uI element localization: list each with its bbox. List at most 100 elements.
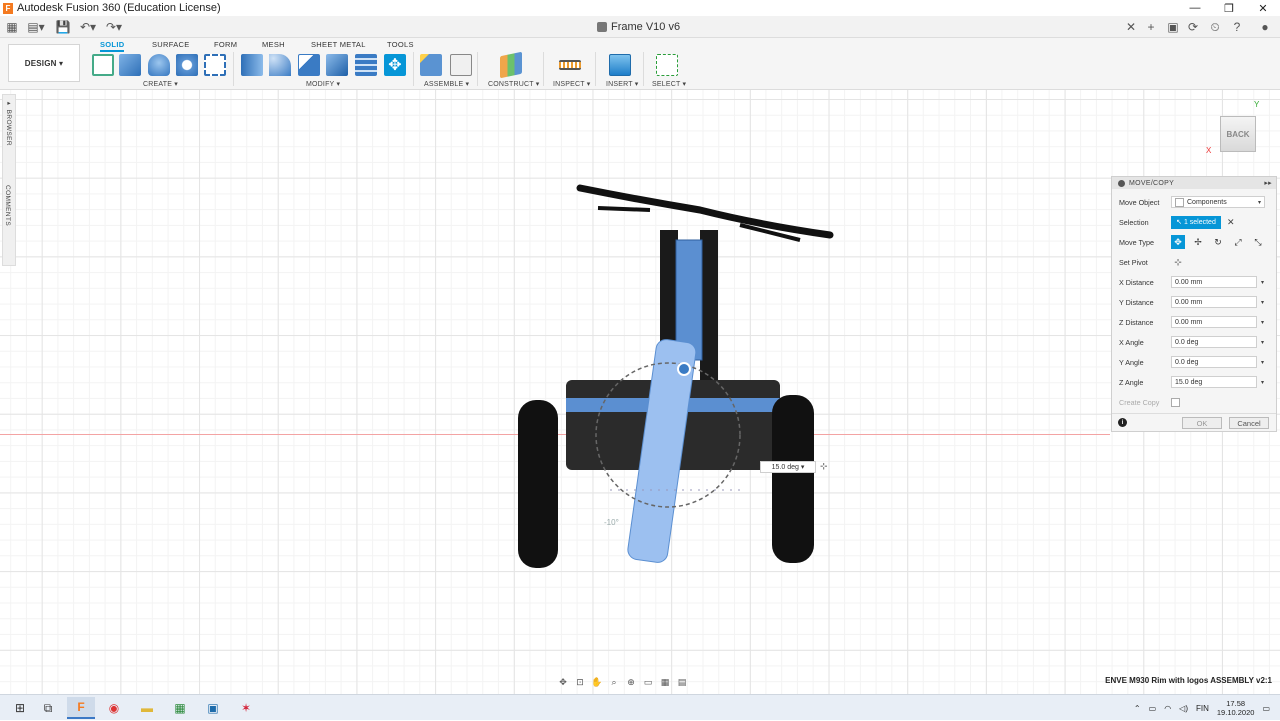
- x-angle-dropdown-icon[interactable]: ▾: [1261, 339, 1264, 346]
- z-distance-dropdown-icon[interactable]: ▾: [1261, 319, 1264, 326]
- trike-model[interactable]: [0, 90, 1280, 694]
- pivot-icon[interactable]: ⊹: [820, 461, 828, 472]
- maximize-button[interactable]: ❐: [1212, 0, 1246, 16]
- y-angle-input[interactable]: 0.0 deg: [1171, 356, 1257, 368]
- grid-settings-icon[interactable]: ▦: [658, 675, 672, 689]
- select-window-icon[interactable]: [656, 54, 678, 76]
- redo-icon[interactable]: ↷▾: [104, 19, 124, 35]
- move-object-dropdown[interactable]: Components ▾: [1171, 196, 1265, 208]
- ok-button[interactable]: OK: [1182, 417, 1222, 429]
- clock[interactable]: 17.58 19.10.2020: [1217, 699, 1255, 717]
- new-component-icon[interactable]: [420, 54, 442, 76]
- help-icon[interactable]: ?: [1230, 19, 1244, 35]
- hole-icon[interactable]: [176, 54, 198, 76]
- group-modify[interactable]: MODIFY ▾: [306, 80, 340, 88]
- app-icon[interactable]: ✶: [232, 697, 260, 719]
- file-explorer-icon[interactable]: ▬: [133, 697, 161, 719]
- offset-plane-icon[interactable]: [500, 51, 522, 79]
- x-angle-input[interactable]: 0.0 deg: [1171, 336, 1257, 348]
- y-angle-dropdown-icon[interactable]: ▾: [1261, 359, 1264, 366]
- task-view-icon[interactable]: ⧉: [34, 697, 62, 719]
- tab-sheet-metal[interactable]: SHEET METAL: [311, 40, 366, 49]
- tab-surface[interactable]: SURFACE: [152, 40, 190, 49]
- create-sketch-icon[interactable]: [92, 54, 114, 76]
- group-select[interactable]: SELECT ▾: [652, 80, 686, 88]
- viewports-icon[interactable]: ▤: [675, 675, 689, 689]
- user-avatar-icon[interactable]: ●: [1256, 19, 1274, 35]
- pattern-icon[interactable]: [204, 54, 226, 76]
- fit-icon[interactable]: ⊕: [624, 675, 638, 689]
- z-distance-input[interactable]: 0.00 mm: [1171, 316, 1257, 328]
- photos-icon[interactable]: ▣: [199, 697, 227, 719]
- joint-icon[interactable]: [450, 54, 472, 76]
- save-icon[interactable]: 💾: [56, 19, 71, 35]
- translate-icon[interactable]: ✢: [1191, 235, 1205, 249]
- job-status-icon[interactable]: ▣: [1166, 19, 1180, 35]
- network-icon[interactable]: ▭: [1149, 704, 1157, 713]
- undo-icon[interactable]: ↶▾: [78, 19, 98, 35]
- group-inspect[interactable]: INSPECT ▾: [553, 80, 590, 88]
- insert-canvas-icon[interactable]: [609, 54, 631, 76]
- measure-icon[interactable]: [559, 60, 581, 70]
- file-menu-icon[interactable]: ▤▾: [26, 19, 46, 35]
- wifi-icon[interactable]: ◠: [1164, 704, 1171, 713]
- fillet-icon[interactable]: [269, 54, 291, 76]
- y-distance-dropdown-icon[interactable]: ▾: [1261, 299, 1264, 306]
- tab-mesh[interactable]: MESH: [262, 40, 285, 49]
- chamfer-icon[interactable]: [298, 54, 320, 76]
- look-at-icon[interactable]: ⊡: [573, 675, 587, 689]
- revolve-icon[interactable]: [148, 54, 170, 76]
- free-move-icon[interactable]: ✥: [1171, 235, 1185, 249]
- x-distance-dropdown-icon[interactable]: ▾: [1261, 279, 1264, 286]
- group-insert[interactable]: INSERT ▾: [606, 80, 638, 88]
- clear-selection-icon[interactable]: ✕: [1227, 217, 1235, 228]
- display-settings-icon[interactable]: ▭: [641, 675, 655, 689]
- group-create[interactable]: CREATE ▾: [143, 80, 178, 88]
- workspace-switcher[interactable]: DESIGN ▾: [8, 44, 80, 82]
- point-to-position-icon[interactable]: ⤡: [1251, 235, 1265, 249]
- rotate-icon[interactable]: ↻: [1211, 235, 1225, 249]
- close-tab-icon[interactable]: ✕: [1124, 19, 1138, 35]
- data-panel-grid-icon[interactable]: ▦: [5, 19, 19, 35]
- group-assemble[interactable]: ASSEMBLE ▾: [424, 80, 469, 88]
- sheets-icon[interactable]: ▦: [166, 697, 194, 719]
- tab-tools[interactable]: TOOLS: [387, 40, 414, 49]
- minimize-button[interactable]: —: [1178, 0, 1212, 16]
- panel-header[interactable]: MOVE/COPY ▸▸: [1112, 177, 1276, 189]
- x-distance-input[interactable]: 0.00 mm: [1171, 276, 1257, 288]
- y-distance-input[interactable]: 0.00 mm: [1171, 296, 1257, 308]
- cancel-button[interactable]: Cancel: [1229, 417, 1269, 429]
- tab-form[interactable]: FORM: [214, 40, 237, 49]
- windows-start-icon[interactable]: ⊞: [6, 697, 34, 719]
- tab-solid[interactable]: SOLID: [100, 40, 125, 52]
- close-button[interactable]: ✕: [1246, 0, 1280, 16]
- orbit-icon[interactable]: ✥: [556, 675, 570, 689]
- z-angle-dropdown-icon[interactable]: ▾: [1261, 379, 1264, 386]
- create-copy-checkbox[interactable]: [1171, 397, 1180, 407]
- chrome-icon[interactable]: ◉: [100, 697, 128, 719]
- document-tab[interactable]: Frame V10 v6: [597, 19, 680, 35]
- z-angle-input[interactable]: 15.0 deg: [1171, 376, 1257, 388]
- volume-icon[interactable]: ◁): [1179, 704, 1188, 713]
- point-to-point-icon[interactable]: ⤢: [1231, 235, 1245, 249]
- set-pivot-icon[interactable]: ⊹: [1171, 255, 1185, 269]
- viewport-canvas[interactable]: ▸ BROWSER COMMENTS Y BACK X 15.0 deg ▾ ⊹…: [0, 90, 1280, 694]
- selection-button[interactable]: ↖ 1 selected: [1171, 215, 1221, 229]
- language-indicator[interactable]: FIN: [1196, 704, 1209, 713]
- zoom-icon[interactable]: ⌕: [607, 675, 621, 689]
- press-pull-icon[interactable]: [241, 54, 263, 76]
- bell-icon[interactable]: ⏲: [1208, 19, 1222, 35]
- move-copy-icon[interactable]: ✥: [384, 54, 406, 76]
- combine-icon[interactable]: [355, 54, 377, 76]
- shell-icon[interactable]: [326, 54, 348, 76]
- pan-icon[interactable]: ✋: [590, 675, 604, 689]
- fusion-taskbar-icon[interactable]: F: [67, 697, 95, 719]
- tray-overflow-icon[interactable]: ⌃: [1134, 704, 1141, 713]
- angle-input[interactable]: 15.0 deg ▾: [760, 461, 816, 473]
- info-icon[interactable]: i: [1118, 418, 1127, 427]
- new-tab-icon[interactable]: +: [1144, 19, 1158, 35]
- notification-center-icon[interactable]: ▭: [1262, 704, 1270, 713]
- expand-panel-icon[interactable]: ▸▸: [1264, 179, 1272, 187]
- notifications-icon[interactable]: ⟳: [1186, 19, 1200, 35]
- group-construct[interactable]: CONSTRUCT ▾: [488, 80, 539, 88]
